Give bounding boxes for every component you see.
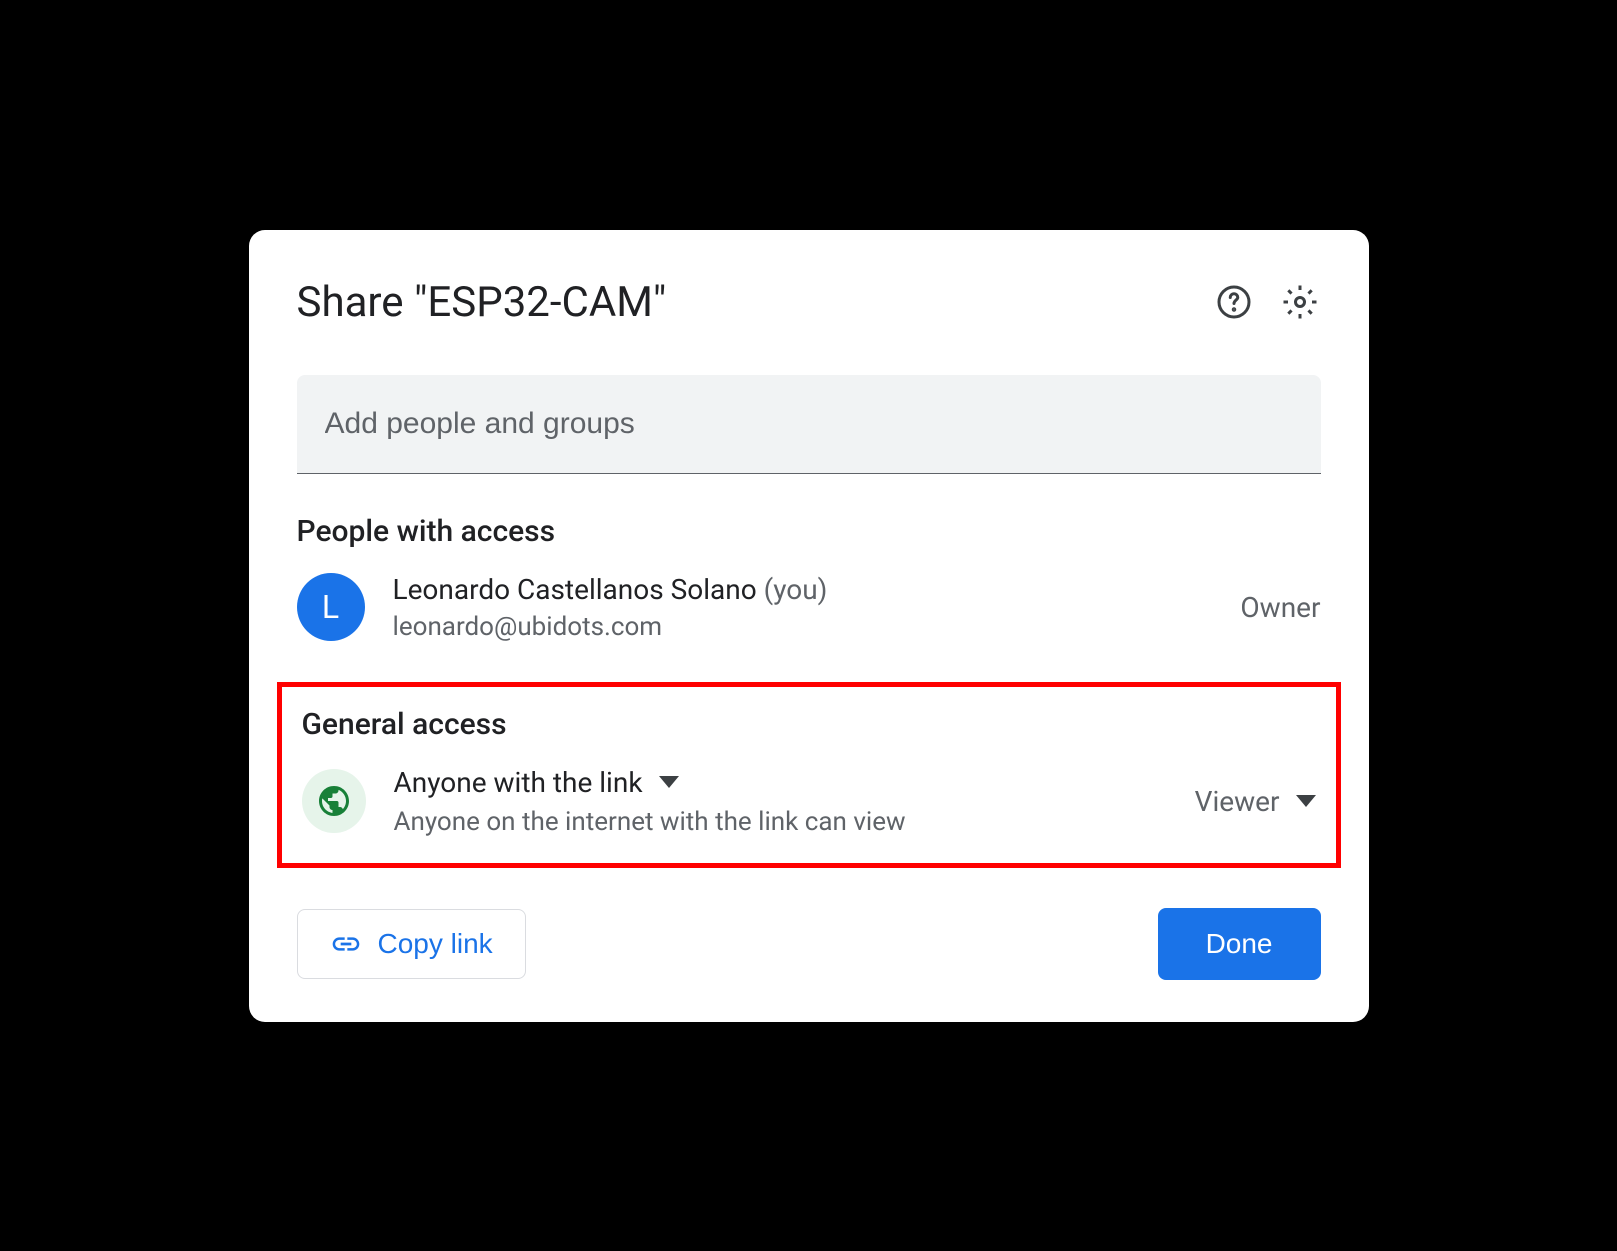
highlight-box: General access Anyone with the link Anyo… bbox=[277, 682, 1341, 868]
person-row: L Leonardo Castellanos Solano (you) leon… bbox=[297, 573, 1321, 642]
people-section-title: People with access bbox=[297, 514, 1321, 549]
person-name: Leonardo Castellanos Solano bbox=[393, 573, 757, 606]
help-icon bbox=[1216, 284, 1252, 320]
settings-button[interactable] bbox=[1279, 281, 1321, 323]
done-button[interactable]: Done bbox=[1158, 908, 1321, 980]
add-people-input[interactable] bbox=[297, 375, 1321, 474]
dialog-title: Share "ESP32-CAM" bbox=[297, 278, 667, 327]
access-left: Anyone with the link Anyone on the inter… bbox=[302, 766, 906, 837]
you-label: (you) bbox=[764, 573, 828, 606]
general-section-title: General access bbox=[302, 707, 1316, 742]
gear-icon bbox=[1282, 284, 1318, 320]
access-description: Anyone on the internet with the link can… bbox=[394, 807, 906, 837]
person-name-row: Leonardo Castellanos Solano (you) bbox=[393, 573, 828, 606]
share-dialog: Share "ESP32-CAM" People with access L bbox=[249, 230, 1369, 1022]
globe-icon-container bbox=[302, 769, 366, 833]
chevron-down-icon bbox=[659, 776, 679, 788]
access-info: Anyone with the link Anyone on the inter… bbox=[394, 766, 906, 837]
access-row: Anyone with the link Anyone on the inter… bbox=[302, 766, 1316, 837]
copy-link-button[interactable]: Copy link bbox=[297, 909, 526, 979]
person-email: leonardo@ubidots.com bbox=[393, 612, 828, 642]
header-actions bbox=[1213, 281, 1321, 323]
dialog-footer: Copy link Done bbox=[297, 908, 1321, 980]
person-role: Owner bbox=[1240, 591, 1320, 624]
person-left: L Leonardo Castellanos Solano (you) leon… bbox=[297, 573, 828, 642]
role-label: Viewer bbox=[1195, 785, 1280, 818]
link-icon bbox=[330, 928, 362, 960]
globe-icon bbox=[316, 783, 352, 819]
help-button[interactable] bbox=[1213, 281, 1255, 323]
access-type-dropdown[interactable]: Anyone with the link bbox=[394, 766, 906, 799]
access-type-label: Anyone with the link bbox=[394, 766, 643, 799]
person-info: Leonardo Castellanos Solano (you) leonar… bbox=[393, 573, 828, 642]
avatar: L bbox=[297, 573, 365, 641]
chevron-down-icon bbox=[1296, 795, 1316, 807]
copy-link-label: Copy link bbox=[378, 928, 493, 960]
dialog-header: Share "ESP32-CAM" bbox=[297, 278, 1321, 327]
role-dropdown[interactable]: Viewer bbox=[1195, 785, 1316, 818]
